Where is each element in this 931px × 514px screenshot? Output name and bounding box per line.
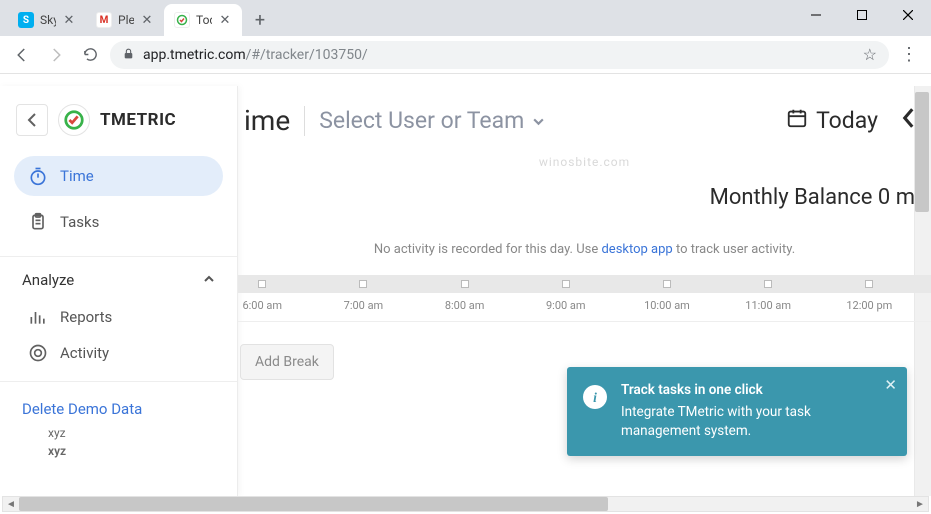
today-label: Today [816,107,878,134]
delete-demo-data-link[interactable]: Delete Demo Data [0,381,237,424]
today-button[interactable]: Today [786,107,878,135]
window-maximize-button[interactable] [839,0,885,30]
sidebar-item-reports[interactable]: Reports [0,299,237,335]
brand-text: TMETRIC [100,110,176,130]
timeline-tick [764,280,772,288]
tmetric-favicon-icon [174,12,190,28]
divider [304,106,305,136]
sidebar: TMETRIC Time Tasks Analyze Reports [0,86,238,496]
new-tab-button[interactable]: + [246,6,274,34]
timeline-tick [258,280,266,288]
timeline-tick-label: 11:00 am [745,299,791,312]
calendar-icon [786,107,808,135]
browser-tab-skype[interactable]: S Skyp ✕ [8,4,86,36]
stopwatch-icon [28,166,48,186]
url-text: app.tmetric.com/#/tracker/103750/ [143,47,855,63]
url-path: /#/tracker/103750/ [246,47,368,63]
chevron-down-icon [532,107,545,134]
nav-reload-button[interactable] [76,41,104,69]
desktop-app-link[interactable]: desktop app [601,242,672,257]
toast-body: Integrate TMetric with your task managem… [621,403,873,442]
url-host: app.tmetric.com [143,47,246,63]
tab-title: Skyp [40,13,56,27]
watermark-text: winosbite.com [238,155,931,169]
gmail-favicon-icon: M [96,12,112,28]
tab-title: Toda [196,13,212,27]
sidebar-item-time[interactable]: Time [14,156,223,196]
toast-close-button[interactable]: ✕ [884,375,897,397]
sidebar-item-label: Time [60,167,94,185]
section-label: Analyze [22,271,74,289]
tab-close-button[interactable]: ✕ [140,13,154,27]
timeline-tick [865,280,873,288]
sidebar-item-label: Tasks [60,213,99,231]
sidebar-item-label: Reports [60,308,112,326]
page-title: ime [244,104,290,137]
timeline-tick-label: 9:00 am [546,299,586,312]
bar-chart-icon [28,307,48,327]
bookmark-star-button[interactable]: ☆ [863,45,877,64]
balance-label: Monthly Balance [710,185,873,210]
sidebar-back-button[interactable] [16,104,48,136]
tab-title: Plea [118,13,134,27]
horizontal-scrollbar[interactable]: ◄ ► [2,496,929,512]
tmetric-logo-icon [58,104,90,136]
timeline-tick-label: 10:00 am [644,299,690,312]
toast-title: Track tasks in one click [621,381,873,401]
timeline-tick [461,280,469,288]
timeline-tick-label: 8:00 am [445,299,485,312]
main-content: ime Select User or Team Today winosbite.… [238,86,931,496]
nav-forward-button[interactable] [42,41,70,69]
browser-tabstrip: S Skyp ✕ M Plea ✕ Toda ✕ + [0,0,931,36]
timeline: 6:00 am 7:00 am 8:00 am 9:00 am 10:00 am 11:0… [238,275,931,322]
sidebar-section-analyze[interactable]: Analyze [0,256,237,299]
chevron-up-icon [203,271,215,289]
sidebar-item-activity[interactable]: Activity [0,335,237,371]
clipboard-icon [28,212,48,232]
timeline-tick-label: 12:00 pm [846,299,892,312]
skype-favicon-icon: S [18,12,34,28]
browser-toolbar: app.tmetric.com/#/tracker/103750/ ☆ ⋮ [0,36,931,74]
add-break-button[interactable]: Add Break [240,344,334,380]
no-activity-message: No activity is recorded for this day. Us… [238,210,931,269]
scroll-left-button[interactable]: ◄ [3,497,19,511]
tab-close-button[interactable]: ✕ [218,13,232,27]
url-field[interactable]: app.tmetric.com/#/tracker/103750/ ☆ [110,41,889,69]
integration-toast: i ✕ Track tasks in one click Integrate T… [567,367,907,456]
browser-menu-button[interactable]: ⋮ [895,41,923,69]
sidebar-item-label: Activity [60,344,109,362]
next-day-button[interactable] [902,108,915,134]
timeline-bar[interactable] [238,275,931,293]
selector-label: Select User or Team [319,107,524,134]
browser-tab-tmetric[interactable]: Toda ✕ [164,4,242,36]
timeline-tick-label: 6:00 am [242,299,282,312]
divider [238,321,931,322]
balance-value: 0 m [878,185,915,210]
info-icon: i [583,385,607,409]
timeline-tick [562,280,570,288]
sidebar-footer-text-2: xyz [0,442,237,460]
browser-tab-gmail[interactable]: M Plea ✕ [86,4,164,36]
nav-back-button[interactable] [8,41,36,69]
timeline-tick [663,280,671,288]
window-minimize-button[interactable] [793,0,839,30]
sidebar-item-tasks[interactable]: Tasks [14,202,223,242]
scroll-thumb[interactable] [19,497,608,511]
sidebar-footer-text-1: xyz [0,424,237,442]
timeline-tick [359,280,367,288]
scroll-right-button[interactable]: ► [912,497,928,511]
lock-icon [122,47,135,63]
scroll-track[interactable] [19,497,912,511]
tab-close-button[interactable]: ✕ [62,13,76,27]
monthly-balance: Monthly Balance 0 m [238,169,931,210]
window-close-button[interactable] [885,0,931,30]
target-icon [28,343,48,363]
user-team-selector[interactable]: Select User or Team [319,107,545,134]
timeline-tick-label: 7:00 am [344,299,384,312]
